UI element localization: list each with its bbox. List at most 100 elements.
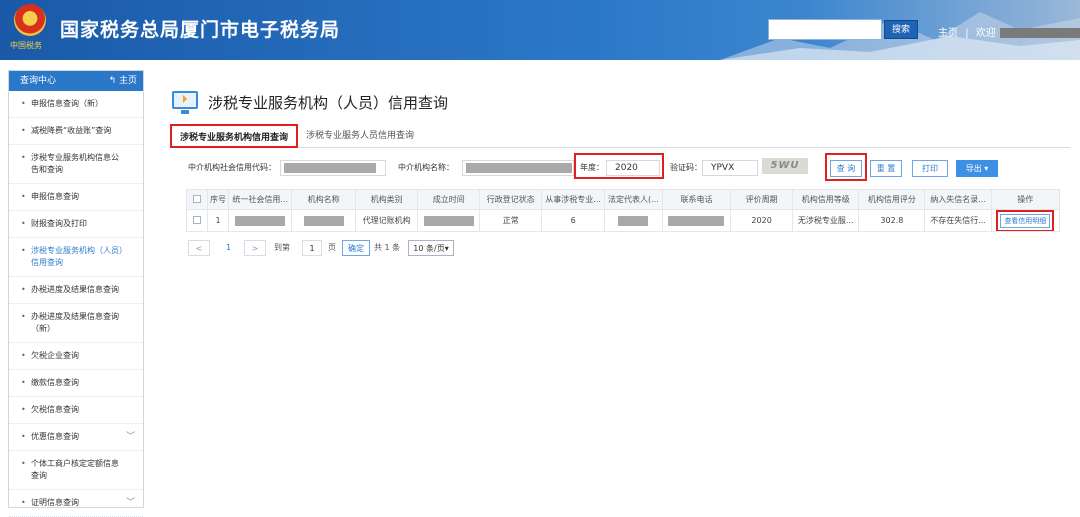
cell-category: 代理记账机构 bbox=[355, 209, 419, 232]
cell-credit-level: 无涉税专业服... bbox=[792, 209, 860, 232]
col-header: 成立时间 bbox=[417, 189, 481, 210]
chevron-down-icon: ﹀ bbox=[125, 432, 135, 442]
welcome-text: 欢迎 bbox=[975, 28, 996, 39]
sidebar-item-declaration-new[interactable]: 申报信息查询（新） bbox=[9, 91, 143, 118]
credit-code-label: 中介机构社会信用代码： bbox=[188, 163, 276, 172]
goto-label: 到第 bbox=[274, 243, 290, 252]
col-header: 联系电话 bbox=[661, 189, 732, 210]
sidebar-item-label: 涉税专业服务机构（人员）信用查询 bbox=[31, 246, 123, 267]
next-page-button[interactable]: > bbox=[244, 240, 266, 256]
cell-phone bbox=[661, 209, 732, 232]
cell-blacklist: 不存在失信行... bbox=[924, 209, 992, 232]
goto-page-input[interactable]: 1 bbox=[302, 240, 322, 256]
cell-credit-score: 302.8 bbox=[858, 209, 926, 232]
sidebar-item-individual-quota[interactable]: 个体工商户核定定额信息查询 bbox=[9, 451, 143, 490]
prev-page-button[interactable]: < bbox=[188, 240, 210, 256]
emblem-caption: 中国税务 bbox=[10, 41, 42, 50]
captcha-image[interactable]: 5WU bbox=[762, 158, 808, 174]
sidebar-item-label: 个体工商户核定定额信息查询 bbox=[31, 459, 119, 480]
col-header: 机构信用评分 bbox=[858, 189, 926, 210]
home-arrow-icon: ↰ bbox=[108, 76, 117, 86]
results-table: 序号 统一社会信用... 机构名称 机构类别 成立时间 行政登记状态 从事涉税专… bbox=[186, 189, 1061, 232]
year-input[interactable]: 2020 bbox=[606, 160, 660, 176]
cell-legal-rep bbox=[603, 209, 663, 232]
masked-username bbox=[999, 28, 1080, 38]
col-header: 统一社会信用... bbox=[228, 189, 293, 210]
caret-down-icon: ▾ bbox=[984, 164, 989, 173]
col-header: 机构信用等级 bbox=[792, 189, 860, 210]
sidebar-item-agency-announcement[interactable]: 涉税专业服务机构信息公告和查询 bbox=[9, 145, 143, 184]
select-arrow-icon: ▾ bbox=[444, 244, 449, 253]
tab-agency-credit[interactable]: 涉税专业服务机构信用查询 bbox=[170, 124, 299, 148]
sidebar-home-link[interactable]: ↰ 主页 bbox=[109, 71, 137, 91]
sidebar-item-arrears-info[interactable]: 欠税信息查询 bbox=[9, 397, 143, 424]
sidebar-item-label: 财报查询及打印 bbox=[31, 219, 87, 228]
sidebar-item-label: 申报信息查询（新） bbox=[31, 99, 103, 108]
top-links: 主页 | 欢迎 | 退 bbox=[938, 24, 1080, 39]
col-header: 序号 bbox=[206, 189, 230, 210]
sidebar-item-agency-credit[interactable]: 涉税专业服务机构（人员）信用查询 bbox=[9, 238, 143, 277]
page-title: 涉税专业服务机构（人员）信用查询 bbox=[208, 94, 449, 112]
sidebar-item-arrears-enterprise[interactable]: 欠税企业查询 bbox=[9, 343, 143, 370]
sidebar-item-declaration[interactable]: 申报信息查询 bbox=[9, 184, 143, 211]
export-button[interactable]: 导出 ▾ bbox=[956, 160, 998, 177]
view-credit-detail-button[interactable]: 查看信用明细 bbox=[996, 210, 1055, 231]
col-header: 评价周期 bbox=[730, 189, 794, 210]
cell-period: 2020 bbox=[730, 209, 794, 232]
cell-status: 正常 bbox=[479, 209, 543, 232]
sidebar-item-financial-report[interactable]: 财报查询及打印 bbox=[9, 211, 143, 238]
sidebar-item-label: 证明信息查询 bbox=[31, 498, 79, 507]
sidebar-item-label: 涉税专业服务机构信息公告和查询 bbox=[31, 153, 119, 174]
table-header-row: 序号 统一社会信用... 机构名称 机构类别 成立时间 行政登记状态 从事涉税专… bbox=[186, 189, 1061, 210]
page-size-select[interactable]: 10 条/页▾ bbox=[408, 240, 454, 256]
col-header: 机构名称 bbox=[291, 189, 357, 210]
col-header: 从事涉税专业... bbox=[541, 189, 605, 210]
home-link[interactable]: 主页 bbox=[938, 28, 958, 39]
sidebar-item-label: 申报信息查询 bbox=[31, 192, 79, 201]
sidebar-title: 查询中心 bbox=[20, 76, 57, 86]
agency-name-label: 中介机构名称： bbox=[398, 163, 454, 172]
select-all-checkbox[interactable] bbox=[186, 189, 208, 210]
print-button[interactable]: 打印 bbox=[912, 160, 948, 177]
reset-button[interactable]: 重 置 bbox=[870, 160, 902, 177]
sidebar-home-label: 主页 bbox=[118, 76, 137, 86]
tab-bar: 涉税专业服务机构信用查询 涉税专业服务人员信用查询 bbox=[170, 122, 1070, 148]
captcha-input[interactable]: YPVX bbox=[702, 160, 758, 176]
cell-agency-name bbox=[291, 209, 357, 232]
sidebar-item-tax-cut-benefit[interactable]: 减税降费“收益账”查询 bbox=[9, 118, 143, 145]
sidebar-item-label: 欠税信息查询 bbox=[31, 405, 79, 414]
col-header: 纳入失信名录... bbox=[924, 189, 992, 210]
table-row: 1 代理记账机构 正常 6 2020 无涉税专业服... 302.8 不存在失信… bbox=[186, 209, 1061, 232]
total-count: 共 1 条 bbox=[374, 243, 401, 252]
sidebar-item-label: 减税降费“收益账”查询 bbox=[31, 126, 112, 135]
page-size-value: 10 条/页 bbox=[413, 244, 445, 253]
current-page[interactable]: 1 bbox=[226, 240, 231, 256]
col-header: 法定代表人(... bbox=[603, 189, 663, 210]
search-button[interactable]: 搜索 bbox=[884, 20, 918, 39]
captcha-label: 验证码： bbox=[670, 163, 702, 172]
sidebar-item-certificate[interactable]: 证明信息查询 ﹀ bbox=[9, 490, 143, 517]
goto-confirm-button[interactable]: 确定 bbox=[342, 240, 370, 256]
year-label: 年度： bbox=[580, 163, 604, 172]
sidebar-item-progress-new[interactable]: 办税进度及结果信息查询（新） bbox=[9, 304, 143, 343]
national-emblem-logo: 中国税务 bbox=[8, 4, 52, 52]
site-title: 国家税务总局厦门市电子税务局 bbox=[60, 19, 341, 41]
cell-credit-code bbox=[228, 209, 293, 232]
sidebar-item-label: 办税进度及结果信息查询（新） bbox=[31, 312, 119, 333]
col-header: 机构类别 bbox=[355, 189, 419, 210]
cell-action: 查看信用明细 bbox=[990, 209, 1061, 232]
sidebar-item-label: 优惠信息查询 bbox=[31, 432, 79, 441]
sidebar-item-payment[interactable]: 缴款信息查询 bbox=[9, 370, 143, 397]
tab-staff-credit[interactable]: 涉税专业服务人员信用查询 bbox=[298, 124, 422, 148]
masked-agency-name bbox=[466, 163, 572, 173]
sidebar-item-label: 欠税企业查询 bbox=[31, 351, 79, 360]
search-input[interactable] bbox=[768, 19, 882, 40]
top-divider: | bbox=[965, 28, 969, 39]
sidebar-item-preferential[interactable]: 优惠信息查询 ﹀ bbox=[9, 424, 143, 451]
sidebar-item-progress[interactable]: 办税进度及结果信息查询 bbox=[9, 277, 143, 304]
cell-staff-count: 6 bbox=[541, 209, 605, 232]
sidebar-item-label: 办税进度及结果信息查询 bbox=[31, 285, 119, 294]
row-checkbox[interactable] bbox=[186, 209, 208, 232]
query-button[interactable]: 查 询 bbox=[830, 160, 862, 177]
sidebar-header: 查询中心 ↰ 主页 bbox=[9, 71, 143, 91]
